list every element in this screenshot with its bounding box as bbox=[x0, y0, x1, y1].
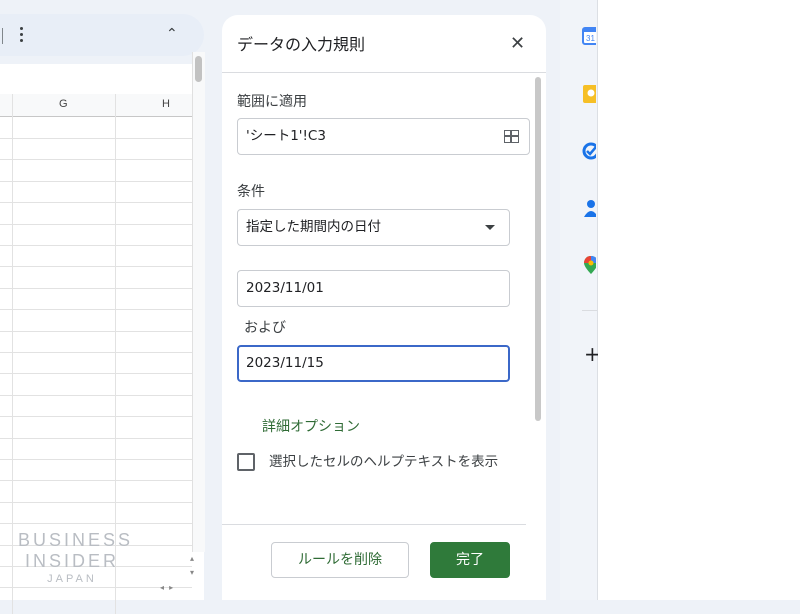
grid-row-line bbox=[0, 288, 192, 289]
date-from-input[interactable]: 2023/11/01 bbox=[237, 270, 510, 307]
watermark-line3: JAPAN bbox=[47, 573, 97, 585]
column-header-h[interactable]: H bbox=[162, 98, 170, 110]
grid-row-line bbox=[0, 245, 192, 246]
help-text-checkbox-label[interactable]: 選択したセルのヘルプテキストを表示 bbox=[269, 454, 509, 471]
range-value: 'シート1'!C3 bbox=[246, 128, 326, 144]
scroll-arrows[interactable]: ▴ ▾ bbox=[190, 552, 194, 580]
dropdown-arrow-icon bbox=[485, 225, 495, 230]
advanced-options-link[interactable]: 詳細オプション bbox=[262, 416, 360, 436]
done-button[interactable]: 完了 bbox=[430, 542, 510, 578]
help-text-checkbox[interactable] bbox=[237, 453, 255, 471]
and-label: および bbox=[244, 320, 286, 336]
grid-row-line bbox=[0, 331, 192, 332]
toolbar-separator bbox=[2, 28, 3, 44]
grid-row-line bbox=[0, 438, 192, 439]
blank-area bbox=[598, 0, 800, 600]
panel-divider bbox=[222, 72, 546, 73]
range-label: 範囲に適用 bbox=[237, 94, 307, 110]
panel-scrollbar[interactable] bbox=[535, 77, 541, 421]
date-to-input[interactable]: 2023/11/15 bbox=[237, 345, 510, 382]
grid-select-icon[interactable] bbox=[504, 130, 519, 143]
range-input[interactable]: 'シート1'!C3 bbox=[237, 118, 530, 155]
grid-row-line bbox=[0, 181, 192, 182]
sheets-toolbar: ⌃ bbox=[0, 14, 204, 56]
date-from-value: 2023/11/01 bbox=[246, 280, 324, 296]
side-bar-divider bbox=[582, 310, 597, 311]
more-vert-icon[interactable] bbox=[17, 27, 27, 43]
google-calendar-icon[interactable]: 31 bbox=[582, 27, 596, 45]
footer-divider bbox=[222, 524, 526, 525]
grid-row-line bbox=[0, 138, 192, 139]
grid-row-line bbox=[0, 266, 192, 267]
criteria-label: 条件 bbox=[237, 184, 265, 200]
grid-row-line bbox=[0, 459, 192, 460]
column-header-g[interactable]: G bbox=[59, 98, 68, 110]
close-icon[interactable]: ✕ bbox=[510, 33, 525, 55]
google-contacts-icon[interactable] bbox=[582, 199, 596, 217]
date-to-value: 2023/11/15 bbox=[246, 355, 324, 371]
grid-row-line bbox=[0, 224, 192, 225]
criteria-value: 指定した期間内の日付 bbox=[246, 219, 381, 235]
watermark-line1: BUSINESS bbox=[18, 530, 134, 550]
grid-row-line bbox=[0, 395, 192, 396]
panel-title: データの入力規則 bbox=[237, 35, 366, 54]
google-tasks-icon[interactable] bbox=[582, 142, 596, 160]
grid-row-line bbox=[0, 202, 192, 203]
grid-row-line bbox=[0, 309, 192, 310]
chevron-up-icon[interactable]: ⌃ bbox=[166, 26, 178, 42]
grid-row-line bbox=[0, 523, 192, 524]
grid-row-line bbox=[0, 159, 192, 160]
delete-rule-button[interactable]: ルールを削除 bbox=[271, 542, 409, 578]
criteria-dropdown[interactable]: 指定した期間内の日付 bbox=[237, 209, 510, 246]
grid-row-line bbox=[0, 373, 192, 374]
side-apps-bar: 31 + bbox=[560, 0, 601, 600]
google-maps-icon[interactable] bbox=[582, 256, 596, 274]
grid-row-line bbox=[0, 502, 192, 503]
scrollbar-thumb[interactable] bbox=[195, 56, 202, 82]
spreadsheet-grid[interactable]: G H bbox=[0, 64, 204, 614]
watermark-line2: INSIDER bbox=[24, 551, 119, 571]
grid-row-line bbox=[0, 352, 192, 353]
business-insider-watermark: BUSINESS INSIDER JAPAN bbox=[18, 530, 134, 586]
grid-row-line bbox=[0, 416, 192, 417]
svg-text:31: 31 bbox=[586, 34, 595, 43]
data-validation-panel: データの入力規則 ✕ 範囲に適用 'シート1'!C3 条件 指定した期間内の日付… bbox=[222, 15, 546, 600]
google-keep-icon[interactable] bbox=[582, 85, 596, 103]
grid-row-line bbox=[0, 480, 192, 481]
horizontal-scroll-arrows[interactable]: ◂ ▸ bbox=[160, 583, 192, 595]
column-header-row: G H bbox=[0, 94, 192, 117]
grid-line bbox=[12, 94, 13, 614]
sheet-vertical-scrollbar[interactable] bbox=[192, 52, 205, 552]
